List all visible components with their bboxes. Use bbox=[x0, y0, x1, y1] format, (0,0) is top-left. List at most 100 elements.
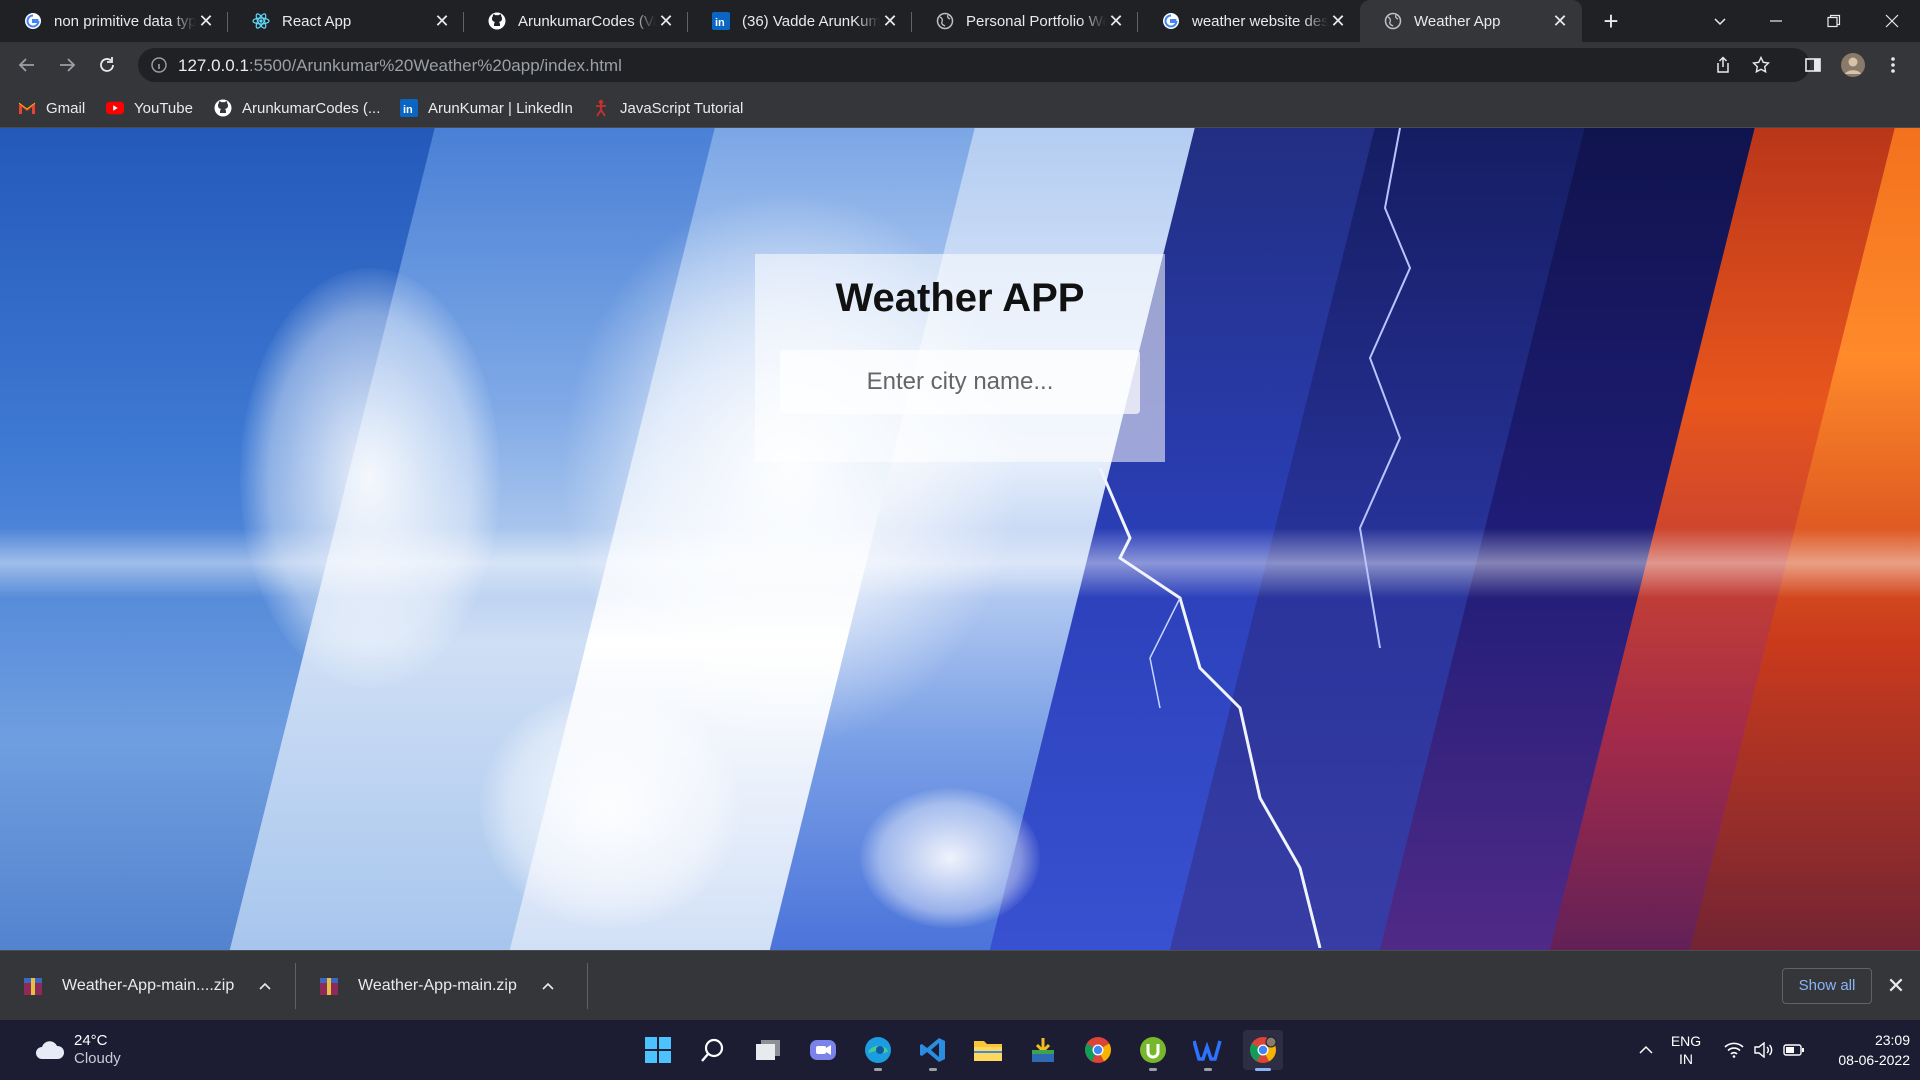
language-indicator[interactable]: ENG IN bbox=[1664, 1020, 1708, 1080]
gmail-icon bbox=[18, 99, 36, 117]
close-tab-icon[interactable]: ✕ bbox=[656, 11, 676, 31]
app-installer-button[interactable] bbox=[1023, 1030, 1063, 1070]
chrome-profile-icon bbox=[1250, 1036, 1277, 1063]
globe-icon bbox=[936, 12, 954, 30]
bookmark-gmail[interactable]: Gmail bbox=[18, 98, 85, 118]
teams-chat-button[interactable] bbox=[803, 1030, 843, 1070]
clock-time: 23:09 bbox=[1874, 1032, 1910, 1048]
reload-icon bbox=[100, 57, 114, 72]
running-indicator bbox=[1149, 1068, 1157, 1071]
tab-google-weather[interactable]: weather website desc ✕ bbox=[1138, 0, 1360, 42]
tab-react-app[interactable]: React App ✕ bbox=[228, 0, 464, 42]
chrome-menu-button[interactable] bbox=[1878, 50, 1908, 80]
tab-title: Weather App bbox=[1414, 12, 1501, 30]
globe-icon bbox=[1384, 12, 1402, 30]
youtube-icon bbox=[106, 99, 124, 117]
battery-icon[interactable] bbox=[1780, 1020, 1808, 1080]
divider bbox=[587, 963, 588, 1009]
svg-text:in: in bbox=[403, 104, 413, 116]
show-hidden-icons-button[interactable] bbox=[1634, 1020, 1658, 1080]
side-panel-icon bbox=[1805, 58, 1821, 72]
chrome-icon bbox=[1085, 1037, 1111, 1063]
chevron-up-icon[interactable] bbox=[256, 977, 274, 995]
lightning-bolt bbox=[1098, 468, 1322, 948]
task-view-icon bbox=[756, 1040, 780, 1060]
download-filename: Weather-App-main.zip bbox=[358, 977, 517, 994]
google-icon bbox=[1162, 12, 1180, 30]
address-bar[interactable]: 127.0.0.1:5500/Arunkumar%20Weather%20app… bbox=[138, 48, 1810, 82]
github-icon bbox=[488, 12, 506, 30]
close-tab-icon[interactable]: ✕ bbox=[1550, 11, 1570, 31]
tab-portfolio[interactable]: Personal Portfolio Wel ✕ bbox=[912, 0, 1138, 42]
bookmarks-bar: Gmail YouTube ArunkumarCodes (... in Aru… bbox=[0, 88, 1920, 128]
download-item[interactable]: Weather-App-main....zip bbox=[0, 951, 296, 1021]
tab-github[interactable]: ArunkumarCodes (Vad ✕ bbox=[464, 0, 688, 42]
close-tab-icon[interactable]: ✕ bbox=[880, 11, 900, 31]
show-all-downloads-button[interactable]: Show all bbox=[1782, 968, 1872, 1004]
close-tab-icon[interactable]: ✕ bbox=[432, 11, 452, 31]
download-item[interactable]: Weather-App-main.zip bbox=[296, 951, 588, 1021]
bookmark-linkedin[interactable]: in ArunKumar | LinkedIn bbox=[400, 98, 573, 118]
site-info-icon[interactable] bbox=[150, 56, 168, 74]
page-title: Weather APP bbox=[835, 276, 1085, 320]
utorrent-icon bbox=[1140, 1037, 1166, 1063]
weather-search-card: Weather APP bbox=[755, 254, 1165, 462]
edge-button[interactable] bbox=[858, 1030, 898, 1071]
volume-icon[interactable] bbox=[1750, 1020, 1778, 1080]
tab-search-button[interactable] bbox=[1692, 0, 1748, 42]
chrome-profile-button[interactable] bbox=[1243, 1030, 1283, 1071]
running-indicator bbox=[1204, 1068, 1212, 1071]
close-tab-icon[interactable]: ✕ bbox=[1328, 11, 1348, 31]
city-search-input[interactable] bbox=[780, 350, 1140, 414]
file-explorer-button[interactable] bbox=[968, 1030, 1008, 1070]
webstorm-button[interactable] bbox=[1188, 1030, 1228, 1071]
reload-button[interactable] bbox=[92, 50, 122, 80]
tab-title: weather website desc bbox=[1192, 12, 1328, 30]
url-text: 127.0.0.1:5500/Arunkumar%20Weather%20app… bbox=[178, 56, 622, 76]
forward-button[interactable] bbox=[52, 50, 82, 80]
start-button[interactable] bbox=[638, 1030, 678, 1070]
tab-title: React App bbox=[282, 12, 352, 30]
tab-title: Personal Portfolio Wel bbox=[966, 12, 1106, 30]
back-button[interactable] bbox=[12, 50, 42, 80]
close-window-button[interactable] bbox=[1864, 0, 1920, 42]
close-icon[interactable]: ✕ bbox=[1884, 975, 1908, 999]
tab-google-non-primitive[interactable]: non primitive data typ ✕ bbox=[0, 0, 228, 42]
utorrent-button[interactable] bbox=[1133, 1030, 1173, 1071]
region-code: IN bbox=[1679, 1051, 1693, 1067]
file-explorer-icon bbox=[974, 1041, 1002, 1061]
edge-icon bbox=[865, 1037, 891, 1063]
wifi-icon[interactable] bbox=[1720, 1020, 1748, 1080]
share-icon[interactable] bbox=[1708, 50, 1738, 80]
task-view-button[interactable] bbox=[748, 1030, 788, 1070]
close-tab-icon[interactable]: ✕ bbox=[196, 11, 216, 31]
bookmark-javascript-tutorial[interactable]: JavaScript Tutorial bbox=[592, 98, 743, 118]
side-panel-button[interactable] bbox=[1798, 50, 1828, 80]
profile-avatar[interactable] bbox=[1838, 50, 1868, 80]
chrome-button[interactable] bbox=[1078, 1030, 1118, 1070]
app-installer-icon bbox=[1032, 1038, 1054, 1062]
bookmark-label: Gmail bbox=[46, 99, 86, 117]
chevron-up-icon[interactable] bbox=[539, 977, 557, 995]
cloud-icon bbox=[36, 1041, 65, 1059]
bookmark-youtube[interactable]: YouTube bbox=[106, 98, 193, 118]
react-icon bbox=[252, 12, 270, 30]
system-clock[interactable]: 23:09 08-06-2022 bbox=[1810, 1030, 1910, 1070]
minimize-button[interactable] bbox=[1748, 0, 1804, 42]
weather-widget[interactable]: 24°C Cloudy bbox=[34, 1032, 121, 1068]
bookmark-star-icon[interactable] bbox=[1746, 50, 1776, 80]
chevron-down-icon bbox=[1714, 18, 1726, 26]
browser-toolbar: 127.0.0.1:5500/Arunkumar%20Weather%20app… bbox=[0, 42, 1920, 88]
tab-linkedin[interactable]: in (36) Vadde ArunKuma ✕ bbox=[688, 0, 912, 42]
vscode-button[interactable] bbox=[913, 1030, 953, 1071]
language-code: ENG bbox=[1670, 1033, 1702, 1049]
tab-weather-app[interactable]: Weather App ✕ bbox=[1360, 0, 1582, 42]
taskbar-search-button[interactable] bbox=[693, 1030, 733, 1070]
bookmark-github[interactable]: ArunkumarCodes (... bbox=[214, 98, 380, 118]
new-tab-button[interactable]: + bbox=[1598, 8, 1624, 35]
restore-button[interactable] bbox=[1806, 0, 1862, 42]
start-icon bbox=[645, 1037, 671, 1063]
vscode-icon bbox=[920, 1038, 945, 1062]
close-tab-icon[interactable]: ✕ bbox=[1106, 11, 1126, 31]
running-indicator bbox=[929, 1068, 937, 1071]
